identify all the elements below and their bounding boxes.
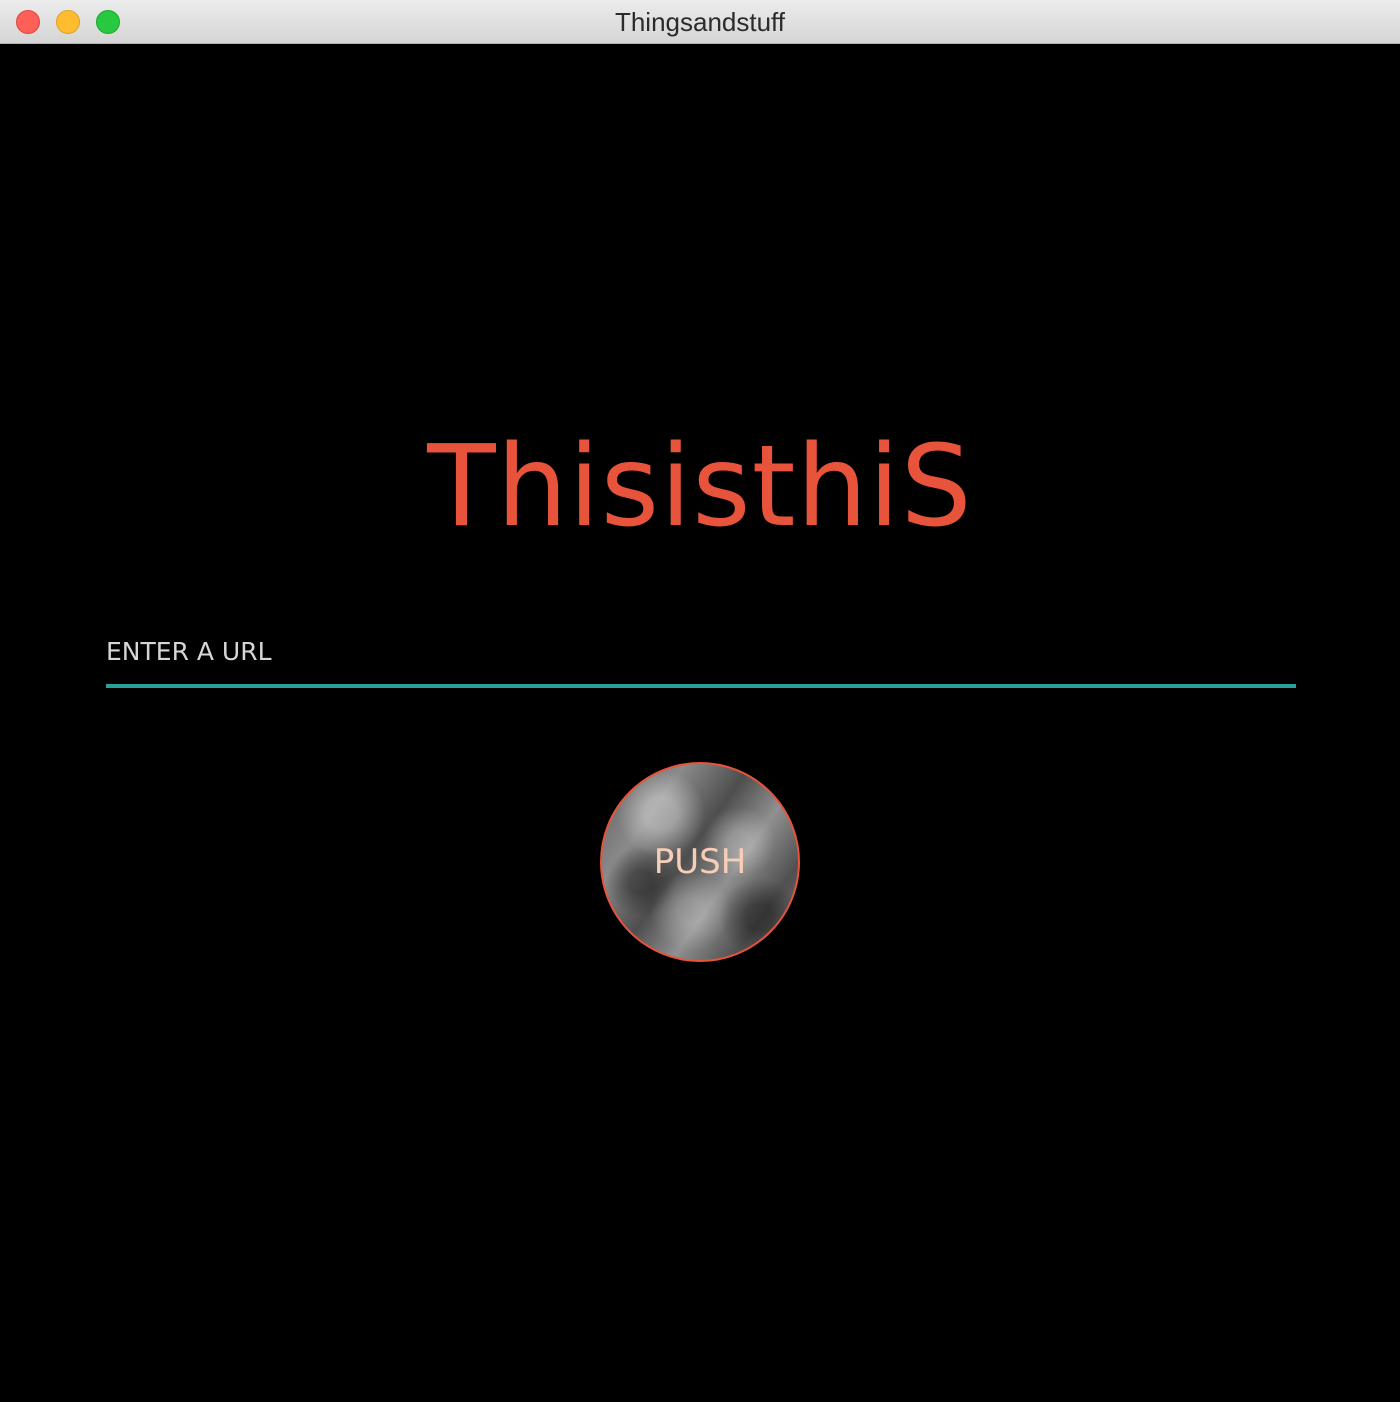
main-content: ThisisthiS PUSH bbox=[0, 44, 1400, 1402]
url-field bbox=[106, 618, 1296, 688]
push-button[interactable]: PUSH bbox=[600, 762, 800, 962]
page-title: ThisisthiS bbox=[427, 422, 973, 552]
window-title: Thingsandstuff bbox=[614, 7, 786, 37]
push-button-label: PUSH bbox=[653, 842, 747, 882]
title-bar: Thingsandstuff bbox=[0, 0, 1400, 44]
url-input[interactable] bbox=[106, 618, 1296, 684]
app-window: Thingsandstuff ThisisthiS PUSH bbox=[0, 0, 1400, 1402]
url-input-underline bbox=[106, 684, 1296, 688]
